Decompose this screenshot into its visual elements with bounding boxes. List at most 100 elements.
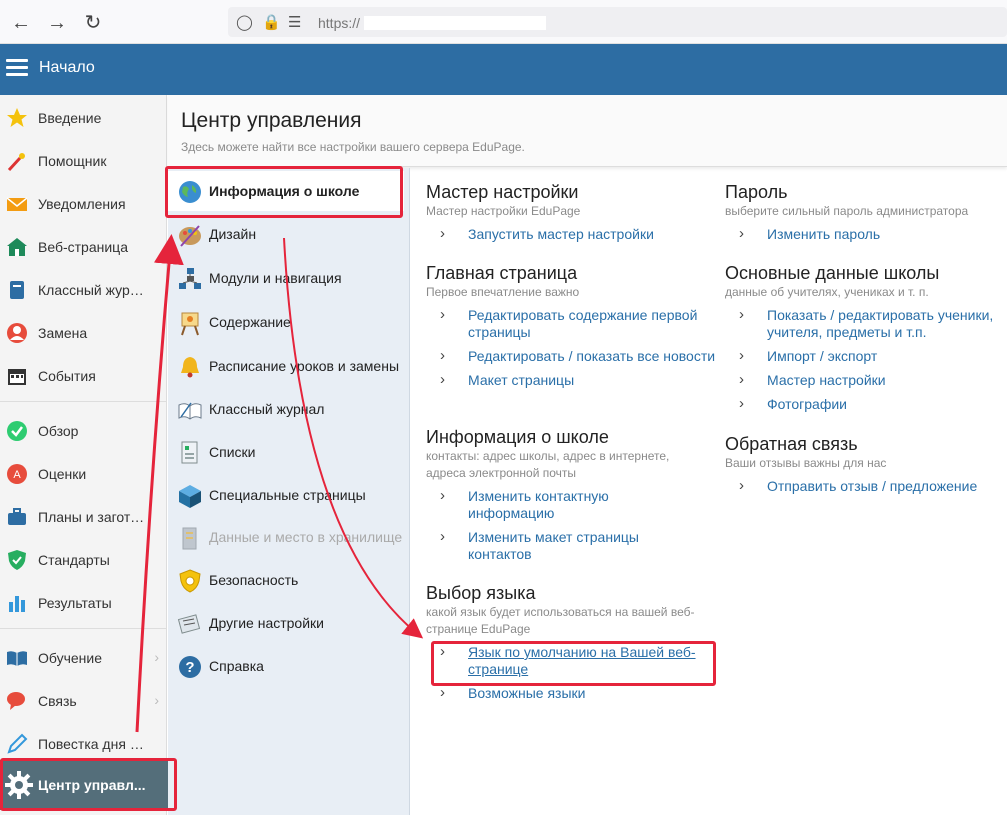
link-available-languages[interactable]: Возможные языки — [426, 684, 701, 702]
group-description: какой язык будет использоваться на вашей… — [426, 605, 695, 636]
reload-icon[interactable]: ↻ — [82, 12, 104, 34]
envelope-icon — [6, 197, 28, 211]
shield-check-icon — [8, 550, 26, 570]
shield-icon: ◯ — [236, 14, 253, 31]
group-title: Мастер настройки — [426, 182, 579, 202]
group-title: Информация о школе — [426, 427, 609, 447]
help-icon: ? — [179, 656, 201, 678]
sidebar-item-lesson-agenda[interactable]: Повестка дня урока — [0, 723, 167, 763]
sidebar-item-standards[interactable]: Стандарты — [0, 539, 167, 579]
easel-icon — [181, 312, 199, 336]
lock-icon: 🔒 — [262, 14, 281, 31]
section-modules-navigation[interactable]: Модули и навигация — [168, 258, 410, 298]
sidebar-item-intro[interactable]: Введение — [0, 97, 167, 137]
sidebar-item-overview[interactable]: Обзор — [0, 410, 167, 450]
open-book-icon — [178, 402, 202, 420]
group-setup-wizard: Мастер настройки Мастер настройки EduPag… — [426, 182, 716, 250]
palette-icon — [179, 225, 201, 247]
sidebar-divider — [0, 628, 167, 629]
sidebar-item-helper[interactable]: Помощник — [0, 140, 167, 180]
book-icon — [7, 651, 27, 666]
link-run-wizard[interactable]: Запустить мастер настройки — [426, 225, 716, 243]
bar-chart-icon — [9, 596, 25, 612]
group-description: Мастер настройки EduPage — [426, 204, 581, 218]
main-sidebar: Введение Помощник Уведомления Веб-страни… — [0, 95, 167, 815]
hamburger-menu-icon[interactable] — [6, 59, 28, 77]
star-icon — [7, 108, 27, 127]
section-other-settings[interactable]: Другие настройки — [168, 603, 410, 643]
link-edit-contact-info[interactable]: Изменить контактную информацию — [426, 487, 694, 522]
app-title[interactable]: Начало — [39, 59, 95, 77]
sidebar-item-class-journal[interactable]: Классный журнал — [0, 269, 167, 309]
sidebar-item-events[interactable]: События — [0, 355, 167, 395]
calendar-icon — [8, 369, 26, 385]
sidebar-item-results[interactable]: Результаты — [0, 582, 167, 622]
bell-icon — [181, 357, 199, 378]
sidebar-item-notifications[interactable]: Уведомления — [0, 183, 167, 223]
section-timetable[interactable]: Расписание уроков и замены — [168, 346, 410, 386]
permissions-icon[interactable]: ☰ — [288, 13, 301, 31]
network-icon — [179, 268, 201, 289]
server-icon — [182, 527, 197, 550]
group-title: Обратная связь — [725, 434, 858, 454]
link-edit-contact-layout[interactable]: Изменить макет страницы контактов — [426, 528, 694, 563]
group-basic-school-data: Основные данные школы данные об учителях… — [725, 263, 1005, 420]
link-edit-people[interactable]: Показать / редактировать ученики, учител… — [725, 306, 1005, 341]
address-bar[interactable]: ◯ 🔒 ☰ https:// — [228, 7, 1007, 37]
highlight-box-school-info — [165, 166, 403, 218]
briefcase-icon — [8, 508, 26, 525]
link-send-feedback[interactable]: Отправить отзыв / предложение — [725, 477, 1005, 495]
link-setup-wizard[interactable]: Мастер настройки — [725, 371, 1005, 389]
group-title: Главная страница — [426, 263, 578, 283]
sidebar-item-grades[interactable]: A Оценки — [0, 453, 167, 493]
link-edit-news[interactable]: Редактировать / показать все новости — [426, 347, 716, 365]
chevron-right-icon: › — [154, 692, 159, 708]
chevron-right-icon: › — [154, 649, 159, 665]
section-security[interactable]: Безопасность — [168, 560, 410, 600]
section-lists[interactable]: Списки — [168, 432, 410, 472]
page-header: Центр управления Здесь можете найти все … — [168, 95, 1007, 167]
back-arrow-icon[interactable]: ← — [10, 12, 32, 34]
sidebar-item-learning[interactable]: Обучение › — [0, 637, 167, 677]
link-import-export[interactable]: Импорт / экспорт — [725, 347, 1005, 365]
group-description: данные об учителях, учениках и т. п. — [725, 285, 929, 299]
section-special-pages[interactable]: Специальные страницы — [168, 475, 410, 515]
sidebar-item-website[interactable]: Веб-страница — [0, 226, 167, 266]
sidebar-item-communication[interactable]: Связь › — [0, 680, 167, 720]
notebook-icon — [10, 281, 24, 299]
forward-arrow-icon[interactable]: → — [46, 12, 68, 34]
link-photos[interactable]: Фотографии — [725, 395, 1005, 413]
pen-icon — [7, 733, 28, 754]
group-password: Пароль выберите сильный пароль администр… — [725, 182, 1005, 250]
highlight-box-default-language — [431, 641, 716, 686]
highlight-box-control-center — [0, 758, 177, 811]
list-icon — [181, 441, 198, 464]
person-icon — [7, 323, 27, 343]
sidebar-item-plans[interactable]: Планы и заготовки — [0, 496, 167, 536]
security-shield-icon — [179, 569, 201, 593]
browser-toolbar: ← → ↻ ◯ 🔒 ☰ https:// — [0, 0, 1007, 44]
section-help[interactable]: ? Справка — [168, 646, 410, 686]
link-page-layout[interactable]: Макет страницы — [426, 371, 716, 389]
sidebar-divider — [0, 401, 167, 402]
group-school-info: Информация о школе контакты: адрес школы… — [426, 427, 694, 570]
page-subtitle: Здесь можете найти все настройки вашего … — [181, 140, 525, 154]
settings-section-list: Информация о школе Дизайн Модули и навиг… — [168, 168, 410, 815]
sidebar-item-substitution[interactable]: Замена — [0, 312, 167, 352]
link-change-password[interactable]: Изменить пароль — [725, 225, 1005, 243]
section-design[interactable]: Дизайн — [168, 214, 410, 254]
magic-wand-icon — [7, 153, 25, 172]
app-header: Начало — [0, 44, 1007, 95]
svg-text:A: A — [13, 469, 21, 481]
section-content[interactable]: Содержание — [168, 302, 410, 342]
cube-icon — [179, 485, 201, 508]
link-edit-first-page[interactable]: Редактировать содержание первой страницы — [426, 306, 716, 341]
grades-icon: A — [7, 464, 27, 484]
group-title: Выбор языка — [426, 583, 536, 603]
chat-icon — [7, 692, 25, 710]
group-main-page: Главная страница Первое впечатление важн… — [426, 263, 716, 396]
section-class-journal[interactable]: Классный журнал — [168, 389, 410, 429]
group-description: Ваши отзывы важны для нас — [725, 456, 887, 470]
group-description: Первое впечатление важно — [426, 285, 580, 299]
check-circle-icon — [7, 421, 27, 441]
